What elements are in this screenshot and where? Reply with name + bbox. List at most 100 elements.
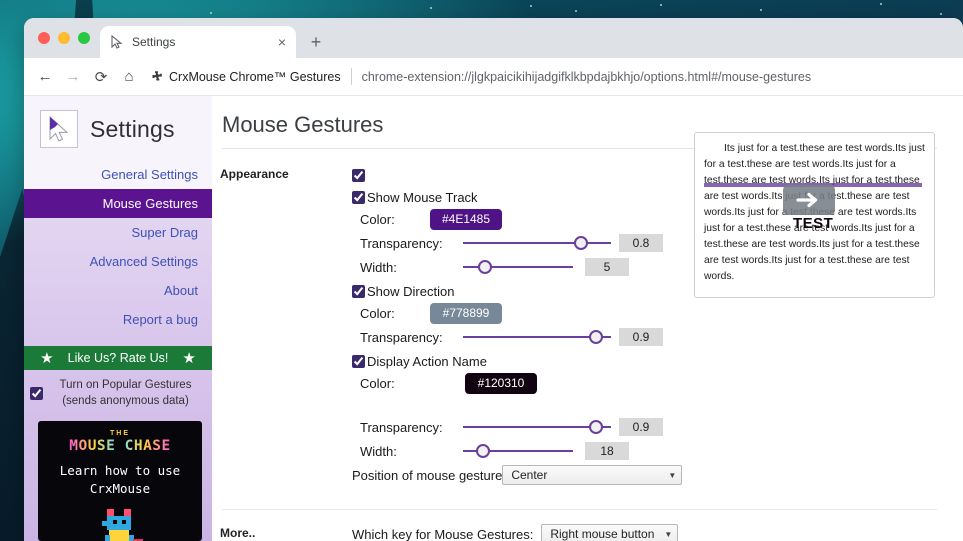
slider-thumb[interactable] xyxy=(478,260,492,274)
sidebar-item-report-a-bug[interactable]: Report a bug xyxy=(24,305,212,334)
extension-chip[interactable]: CrxMouse Chrome™ Gestures xyxy=(150,70,341,84)
appearance-master-checkbox[interactable] xyxy=(352,169,365,182)
chevron-down-icon: ▼ xyxy=(664,530,672,539)
new-tab-button[interactable]: + xyxy=(302,28,330,56)
show-direction-label: Show Direction xyxy=(367,284,454,299)
action-name-width-value: 18 xyxy=(585,442,629,460)
promo-subtitle: Learn how to use CrxMouse xyxy=(38,462,202,498)
wallpaper-star xyxy=(575,10,577,12)
wallpaper-star xyxy=(880,3,882,5)
action-name-width-row: Width: 18 xyxy=(352,441,963,461)
direction-transparency-row: Transparency: 0.9 xyxy=(352,327,963,347)
gesture-preview-card[interactable]: Its just for a test.these are test words… xyxy=(694,132,935,298)
minimize-window-button[interactable] xyxy=(58,32,70,44)
page-body: Settings General Settings Mouse Gestures… xyxy=(24,96,963,541)
appearance-section-label: Appearance xyxy=(212,165,352,489)
url-text: chrome-extension://jlgkpaicikihijadgifkl… xyxy=(362,70,812,84)
display-action-name-label: Display Action Name xyxy=(367,354,487,369)
direction-transparency-label: Transparency: xyxy=(360,330,455,345)
reload-icon[interactable]: ⟳ xyxy=(88,64,114,90)
mouse-track-width-label: Width: xyxy=(360,260,455,275)
slider-thumb[interactable] xyxy=(589,420,603,434)
slider-thumb[interactable] xyxy=(589,330,603,344)
show-mouse-track-checkbox[interactable] xyxy=(352,191,365,204)
puzzle-icon xyxy=(150,70,163,83)
sidebar-item-general-settings[interactable]: General Settings xyxy=(24,160,212,189)
gesture-position-value: Center xyxy=(511,468,547,482)
promo-banner[interactable]: THE MOUSE CHASE Learn how to use CrxMous… xyxy=(38,421,202,541)
direction-transparency-slider[interactable] xyxy=(463,329,611,345)
action-name-color-row: Color: #120310 xyxy=(352,373,963,393)
direction-color-swatch[interactable]: #778899 xyxy=(430,303,502,324)
action-name-color-swatch[interactable]: #120310 xyxy=(465,373,537,394)
mouse-track-transparency-slider[interactable] xyxy=(463,235,611,251)
wallpaper-star xyxy=(760,9,762,11)
rate-us-button[interactable]: ★ Like Us? Rate Us! ★ xyxy=(24,346,212,370)
app-logo-icon xyxy=(40,110,78,148)
preview-action-name: TEST xyxy=(793,215,833,232)
zoom-window-button[interactable] xyxy=(78,32,90,44)
back-icon[interactable]: ← xyxy=(32,64,58,90)
close-window-button[interactable] xyxy=(38,32,50,44)
more-section-body: Which key for Mouse Gestures: Right mous… xyxy=(352,524,963,541)
which-key-row: Which key for Mouse Gestures: Right mous… xyxy=(352,524,963,541)
wallpaper-star xyxy=(940,13,942,15)
rate-us-label: Like Us? Rate Us! xyxy=(68,351,169,365)
cursor-icon xyxy=(110,35,124,49)
sidebar-nav: General Settings Mouse Gestures Super Dr… xyxy=(24,160,212,334)
gesture-position-label: Position of mouse gesture xyxy=(352,468,502,483)
sidebar-item-about[interactable]: About xyxy=(24,276,212,305)
sidebar-item-advanced-settings[interactable]: Advanced Settings xyxy=(24,247,212,276)
slider-track xyxy=(463,242,611,244)
sidebar-item-super-drag[interactable]: Super Drag xyxy=(24,218,212,247)
omnibox-divider xyxy=(351,68,352,85)
which-key-label: Which key for Mouse Gestures: xyxy=(352,527,533,541)
pixel-mouse-icon xyxy=(93,505,147,541)
sidebar-item-mouse-gestures[interactable]: Mouse Gestures xyxy=(24,189,212,218)
gesture-position-select[interactable]: Center ▼ xyxy=(502,465,682,485)
popular-gestures-label: Turn on Popular Gestures (sends anonymou… xyxy=(49,378,202,409)
forward-icon[interactable]: → xyxy=(60,64,86,90)
wallpaper-star xyxy=(530,5,532,7)
close-icon[interactable]: × xyxy=(278,35,286,49)
main-content: Mouse Gestures Appearance Show Mouse Tra… xyxy=(212,96,963,541)
direction-transparency-value: 0.9 xyxy=(619,328,663,346)
window-controls xyxy=(36,18,100,58)
browser-toolbar: ← → ⟳ ⌂ CrxMouse Chrome™ Gestures chrome… xyxy=(24,58,963,96)
sidebar-brand-title: Settings xyxy=(90,116,175,143)
mouse-track-transparency-value: 0.8 xyxy=(619,234,663,252)
wallpaper-star xyxy=(210,12,212,14)
more-section: More.. Which key for Mouse Gestures: Rig… xyxy=(212,510,963,541)
slider-thumb[interactable] xyxy=(574,236,588,250)
wallpaper-star xyxy=(430,7,432,9)
address-bar[interactable]: CrxMouse Chrome™ Gestures chrome-extensi… xyxy=(150,64,955,90)
slider-thumb[interactable] xyxy=(476,444,490,458)
sidebar-brand: Settings xyxy=(24,96,212,160)
browser-window: Settings × + ← → ⟳ ⌂ CrxMouse Chrome™ Ge… xyxy=(24,18,963,541)
sidebar: Settings General Settings Mouse Gestures… xyxy=(24,96,212,541)
which-key-select[interactable]: Right mouse button ▼ xyxy=(541,524,678,541)
home-icon[interactable]: ⌂ xyxy=(116,64,142,90)
star-icon: ★ xyxy=(40,351,53,366)
direction-color-row: Color: #778899 xyxy=(352,303,963,323)
promo-title: MOUSE CHASE xyxy=(69,438,171,454)
action-name-transparency-label: Transparency: xyxy=(360,420,455,435)
mouse-track-color-label: Color: xyxy=(360,212,430,227)
tab-settings[interactable]: Settings × xyxy=(100,26,296,58)
action-name-transparency-slider[interactable] xyxy=(463,419,611,435)
popular-gestures-checkbox[interactable] xyxy=(30,387,43,400)
extension-name: CrxMouse Chrome™ Gestures xyxy=(169,70,341,84)
display-action-name-checkbox[interactable] xyxy=(352,355,365,368)
action-name-width-slider[interactable] xyxy=(463,443,573,459)
action-name-transparency-value: 0.9 xyxy=(619,418,663,436)
star-icon: ★ xyxy=(182,351,195,366)
tab-title: Settings xyxy=(132,35,270,49)
direction-color-label: Color: xyxy=(360,306,430,321)
action-name-transparency-row: Transparency: 0.9 xyxy=(352,417,963,437)
display-action-name-row: Display Action Name xyxy=(352,351,963,371)
wallpaper-star xyxy=(660,4,662,6)
mouse-track-color-swatch[interactable]: #4E1485 xyxy=(430,209,502,230)
mouse-track-width-slider[interactable] xyxy=(463,259,573,275)
which-key-value: Right mouse button xyxy=(550,527,654,541)
show-direction-checkbox[interactable] xyxy=(352,285,365,298)
